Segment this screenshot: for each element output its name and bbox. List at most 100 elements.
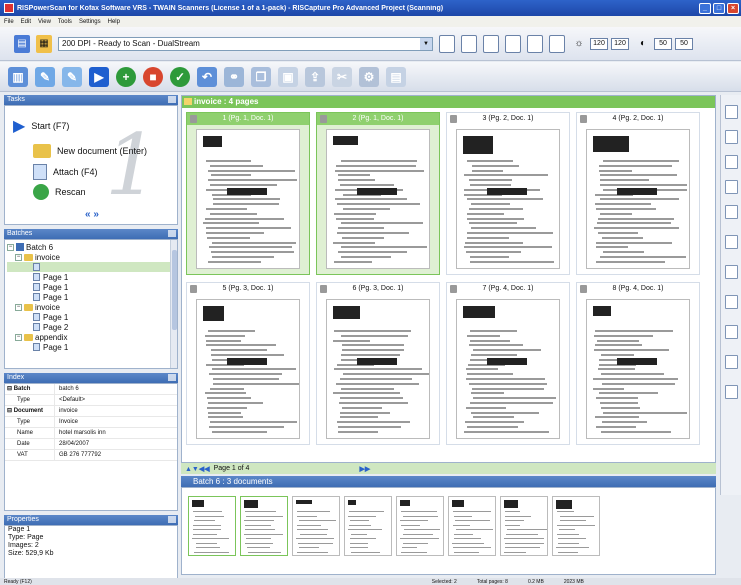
brightness-field[interactable]: 50 [675, 37, 693, 50]
page-thumbnail[interactable]: 5 (Pg. 3, Doc. 1) [186, 282, 310, 445]
copy-icon[interactable]: ❐ [251, 66, 271, 87]
document-icon[interactable]: ▤ [386, 66, 406, 87]
page-thumbnail[interactable]: 3 (Pg. 2, Doc. 1) [446, 112, 570, 275]
tree-row-page[interactable]: Page 1 [7, 342, 177, 352]
profile-icon[interactable]: ▦ [36, 34, 52, 53]
link-icon[interactable]: ⚭ [224, 66, 244, 87]
expand-icon[interactable]: − [7, 243, 14, 251]
menu-view[interactable]: View [38, 19, 51, 25]
nav-next-icons[interactable]: ▶▶ [359, 465, 370, 473]
page-right-icon[interactable] [505, 34, 521, 53]
fullsize-icon[interactable] [725, 355, 738, 369]
index-row[interactable]: Type <Default> [5, 395, 177, 406]
pan-icon[interactable] [725, 180, 738, 194]
select-icon[interactable] [725, 130, 738, 144]
tree-row-page[interactable]: Page 1 [7, 292, 177, 302]
batch-page-mini-thumbnail[interactable] [240, 496, 288, 556]
tree-row-page-selected[interactable] [7, 262, 177, 272]
page-duplex-icon[interactable] [461, 34, 477, 53]
batch-page-mini-thumbnail[interactable] [292, 496, 340, 556]
stop-icon[interactable]: ■ [143, 66, 163, 87]
page-rotate-icon[interactable] [527, 34, 543, 53]
index-value[interactable]: hotel marsolis inn [55, 430, 106, 436]
task-rescan[interactable]: Rescan [33, 184, 86, 200]
page-thumbnail[interactable]: 6 (Pg. 3, Doc. 1) [316, 282, 440, 445]
batches-scrollbar[interactable] [170, 240, 177, 368]
rotate-icon[interactable] [725, 235, 738, 249]
tree-row-page[interactable]: Page 1 [7, 272, 177, 282]
page-thumbnail[interactable]: 1 (Pg. 1, Doc. 1) [186, 112, 310, 275]
paste-icon[interactable]: ▣ [278, 66, 298, 87]
scroll-thumb[interactable] [172, 250, 177, 330]
tree-row-page[interactable]: Page 1 [7, 312, 177, 322]
task-new-document[interactable]: New document (Enter) [33, 144, 147, 158]
index-value[interactable]: batch 6 [55, 386, 79, 392]
pin-icon[interactable] [168, 96, 176, 103]
tree-row-batch[interactable]: − Batch 6 [7, 242, 177, 252]
dpi-y-field[interactable]: 120 [611, 37, 629, 50]
index-row[interactable]: Name hotel marsolis inn [5, 428, 177, 439]
settings-icon[interactable]: ⚙ [359, 66, 379, 87]
expand-icon[interactable]: − [15, 253, 22, 261]
check-icon[interactable]: ✓ [170, 66, 190, 87]
index-value[interactable]: invoice [55, 408, 78, 414]
page-thumbnail[interactable]: 7 (Pg. 4, Doc. 1) [446, 282, 570, 445]
zoom-in-icon[interactable] [725, 155, 738, 169]
layout-icon[interactable]: ▥ [8, 66, 28, 87]
crop-icon[interactable] [725, 265, 738, 279]
play-icon[interactable]: ▶ [89, 66, 109, 87]
export-icon[interactable]: ⇪ [305, 66, 325, 87]
fit-icon[interactable] [725, 325, 738, 339]
batch-page-mini-thumbnail[interactable] [396, 496, 444, 556]
menu-help[interactable]: Help [108, 19, 120, 25]
minimize-button[interactable]: _ [699, 2, 711, 14]
batch-page-mini-thumbnail[interactable] [500, 496, 548, 556]
pin-icon[interactable] [168, 374, 176, 381]
page-left-icon[interactable] [483, 34, 499, 53]
menu-settings[interactable]: Settings [79, 19, 101, 25]
dpi-x-field[interactable]: 120 [590, 37, 608, 50]
deskew-icon[interactable] [725, 295, 738, 309]
page-single-icon[interactable] [439, 34, 455, 53]
contrast-field[interactable]: 50 [654, 37, 672, 50]
cursor-icon[interactable] [725, 105, 738, 119]
page-thumbnail[interactable]: 4 (Pg. 2, Doc. 1) [576, 112, 700, 275]
undo-icon[interactable]: ↶ [197, 66, 217, 87]
edit-page-icon[interactable]: ✎ [62, 66, 82, 87]
index-row[interactable]: ⊟ Document invoice [5, 406, 177, 417]
close-button[interactable]: × [727, 2, 739, 14]
collapse-icon[interactable]: « » [85, 209, 99, 220]
edit-icon[interactable]: ✎ [35, 66, 55, 87]
expand-icon[interactable]: − [15, 333, 22, 341]
page-icon[interactable] [725, 205, 738, 219]
tree-row-folder[interactable]: − invoice [7, 302, 177, 312]
index-row[interactable]: Type Invoice [5, 417, 177, 428]
add-icon[interactable]: + [116, 66, 136, 87]
batch-page-mini-thumbnail[interactable] [344, 496, 392, 556]
batch-page-mini-thumbnail[interactable] [552, 496, 600, 556]
nav-prev-icons[interactable]: ▲▼◀◀ [185, 465, 210, 473]
index-row[interactable]: ⊟ Batch batch 6 [5, 384, 177, 395]
menu-edit[interactable]: Edit [21, 19, 31, 25]
maximize-button[interactable]: □ [713, 2, 725, 14]
scanner-icon[interactable]: ▤ [14, 34, 30, 53]
menu-tools[interactable]: Tools [58, 19, 72, 25]
index-value[interactable]: Invoice [55, 419, 78, 425]
index-value[interactable]: <Default> [55, 397, 85, 403]
split-icon[interactable]: ✂ [332, 66, 352, 87]
index-value[interactable]: GB 276 777792 [55, 452, 101, 458]
index-value[interactable]: 28/04/2007 [55, 441, 89, 447]
page-thumbnail[interactable]: 2 (Pg. 1, Doc. 1) [316, 112, 440, 275]
task-attach[interactable]: Attach (F4) [33, 164, 98, 180]
index-row[interactable]: Date 28/04/2007 [5, 439, 177, 450]
batch-page-mini-thumbnail[interactable] [188, 496, 236, 556]
page-thumbnail[interactable]: 8 (Pg. 4, Doc. 1) [576, 282, 700, 445]
tree-row-folder[interactable]: − invoice [7, 252, 177, 262]
tree-row-page[interactable]: Page 1 [7, 282, 177, 292]
tree-row-folder[interactable]: − appendix [7, 332, 177, 342]
pin-icon[interactable] [168, 516, 176, 523]
task-start[interactable]: ▶ Start (F7) [13, 116, 69, 136]
tree-row-page[interactable]: Page 2 [7, 322, 177, 332]
batch-page-mini-thumbnail[interactable] [448, 496, 496, 556]
export-page-icon[interactable] [725, 385, 738, 399]
